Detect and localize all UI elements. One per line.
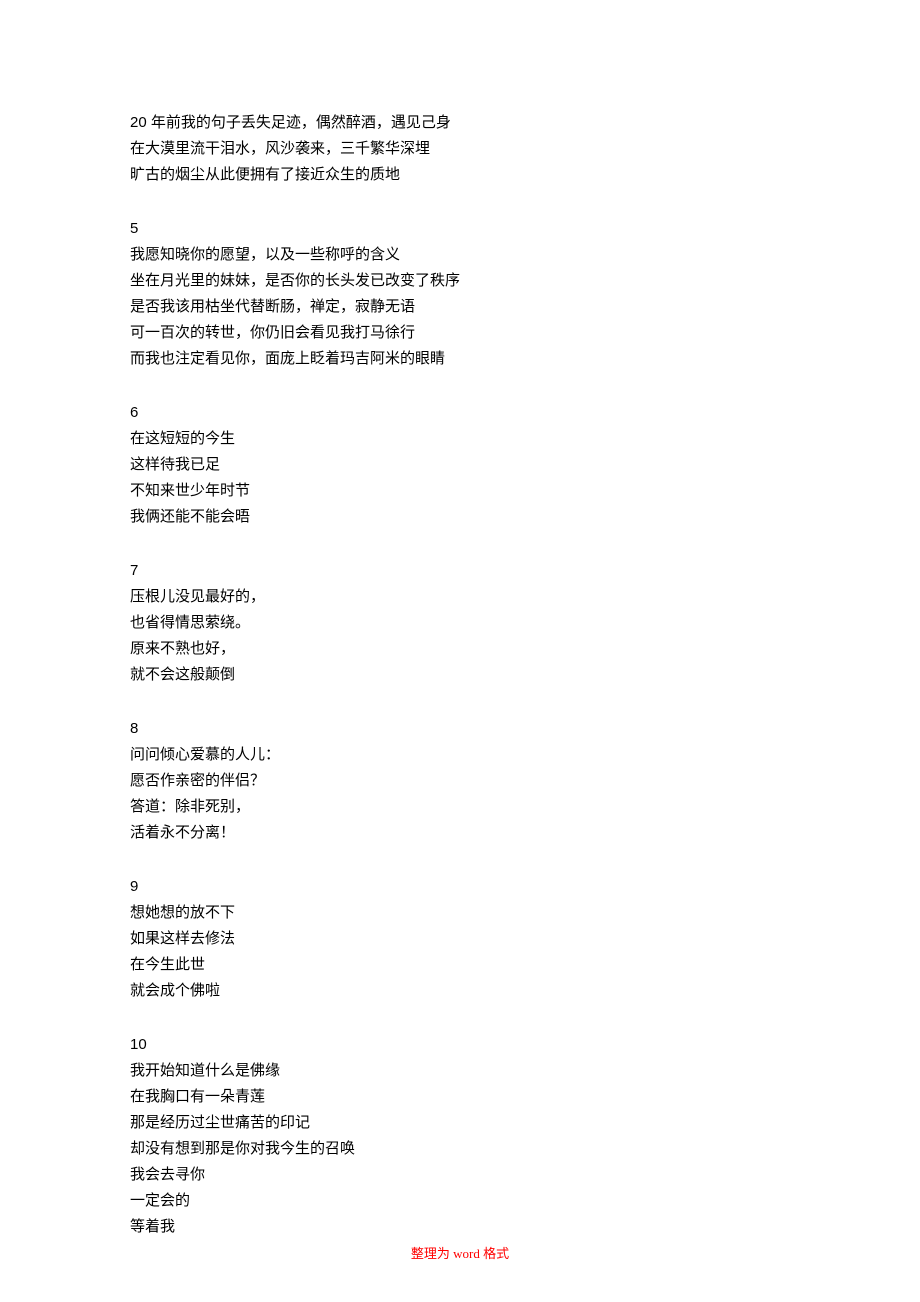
page-footer: 整理为 word 格式 xyxy=(0,1243,920,1262)
footer-word: word xyxy=(450,1246,483,1261)
poem-line: 不知来世少年时节 xyxy=(130,478,790,504)
poem-line: 我俩还能不能会晤 xyxy=(130,504,790,530)
poem-line: 那是经历过尘世痛苦的印记 xyxy=(130,1110,790,1136)
poem-line: 可一百次的转世，你仍旧会看见我打马徐行 xyxy=(130,320,790,346)
poem-line: 在今生此世 xyxy=(130,952,790,978)
poem-line: 在我胸口有一朵青莲 xyxy=(130,1084,790,1110)
stanza-number: 7 xyxy=(130,558,790,584)
poem-line: 我会去寻你 xyxy=(130,1162,790,1188)
poem-line: 压根儿没见最好的， xyxy=(130,584,790,610)
poem-line: 却没有想到那是你对我今生的召唤 xyxy=(130,1136,790,1162)
stanza-number: 10 xyxy=(130,1032,790,1058)
stanza: 9想她想的放不下如果这样去修法在今生此世就会成个佛啦 xyxy=(130,874,790,1004)
stanza: 6在这短短的今生这样待我已足不知来世少年时节我俩还能不能会晤 xyxy=(130,400,790,530)
poem-line: 问问倾心爱慕的人儿： xyxy=(130,742,790,768)
poem-line: 就会成个佛啦 xyxy=(130,978,790,1004)
poem-line: 也省得情思萦绕。 xyxy=(130,610,790,636)
poem-line: 一定会的 xyxy=(130,1188,790,1214)
stanza-number: 5 xyxy=(130,216,790,242)
poem-line: 是否我该用枯坐代替断肠，禅定，寂静无语 xyxy=(130,294,790,320)
poem-line: 答道：除非死别， xyxy=(130,794,790,820)
poem-line: 20 年前我的句子丢失足迹，偶然醉酒，遇见己身 xyxy=(130,110,790,136)
stanza: 7压根儿没见最好的，也省得情思萦绕。原来不熟也好，就不会这般颠倒 xyxy=(130,558,790,688)
poem-line: 愿否作亲密的伴侣？ xyxy=(130,768,790,794)
poem-line: 如果这样去修法 xyxy=(130,926,790,952)
poem-line: 想她想的放不下 xyxy=(130,900,790,926)
footer-prefix: 整理为 xyxy=(411,1246,450,1261)
stanza-number: 9 xyxy=(130,874,790,900)
stanza: 20 年前我的句子丢失足迹，偶然醉酒，遇见己身在大漠里流干泪水，风沙袭来，三千繁… xyxy=(130,110,790,188)
stanza: 5我愿知晓你的愿望，以及一些称呼的含义坐在月光里的妹妹，是否你的长头发已改变了秩… xyxy=(130,216,790,372)
poem-line: 原来不熟也好， xyxy=(130,636,790,662)
page-content: 20 年前我的句子丢失足迹，偶然醉酒，遇见己身在大漠里流干泪水，风沙袭来，三千繁… xyxy=(0,0,920,1240)
poem-line: 在这短短的今生 xyxy=(130,426,790,452)
stanza: 10我开始知道什么是佛缘在我胸口有一朵青莲那是经历过尘世痛苦的印记却没有想到那是… xyxy=(130,1032,790,1240)
stanza-number: 8 xyxy=(130,716,790,742)
poem-line: 这样待我已足 xyxy=(130,452,790,478)
poem-line: 在大漠里流干泪水，风沙袭来，三千繁华深埋 xyxy=(130,136,790,162)
poem-line: 旷古的烟尘从此便拥有了接近众生的质地 xyxy=(130,162,790,188)
poem-line: 我愿知晓你的愿望，以及一些称呼的含义 xyxy=(130,242,790,268)
poem-line: 就不会这般颠倒 xyxy=(130,662,790,688)
poem-line: 坐在月光里的妹妹，是否你的长头发已改变了秩序 xyxy=(130,268,790,294)
footer-suffix: 格式 xyxy=(483,1246,509,1261)
poem-line: 我开始知道什么是佛缘 xyxy=(130,1058,790,1084)
poem-line: 活着永不分离！ xyxy=(130,820,790,846)
stanza: 8问问倾心爱慕的人儿：愿否作亲密的伴侣？答道：除非死别，活着永不分离！ xyxy=(130,716,790,846)
poem-line: 而我也注定看见你，面庞上眨着玛吉阿米的眼睛 xyxy=(130,346,790,372)
poem-line: 等着我 xyxy=(130,1214,790,1240)
stanza-number: 6 xyxy=(130,400,790,426)
